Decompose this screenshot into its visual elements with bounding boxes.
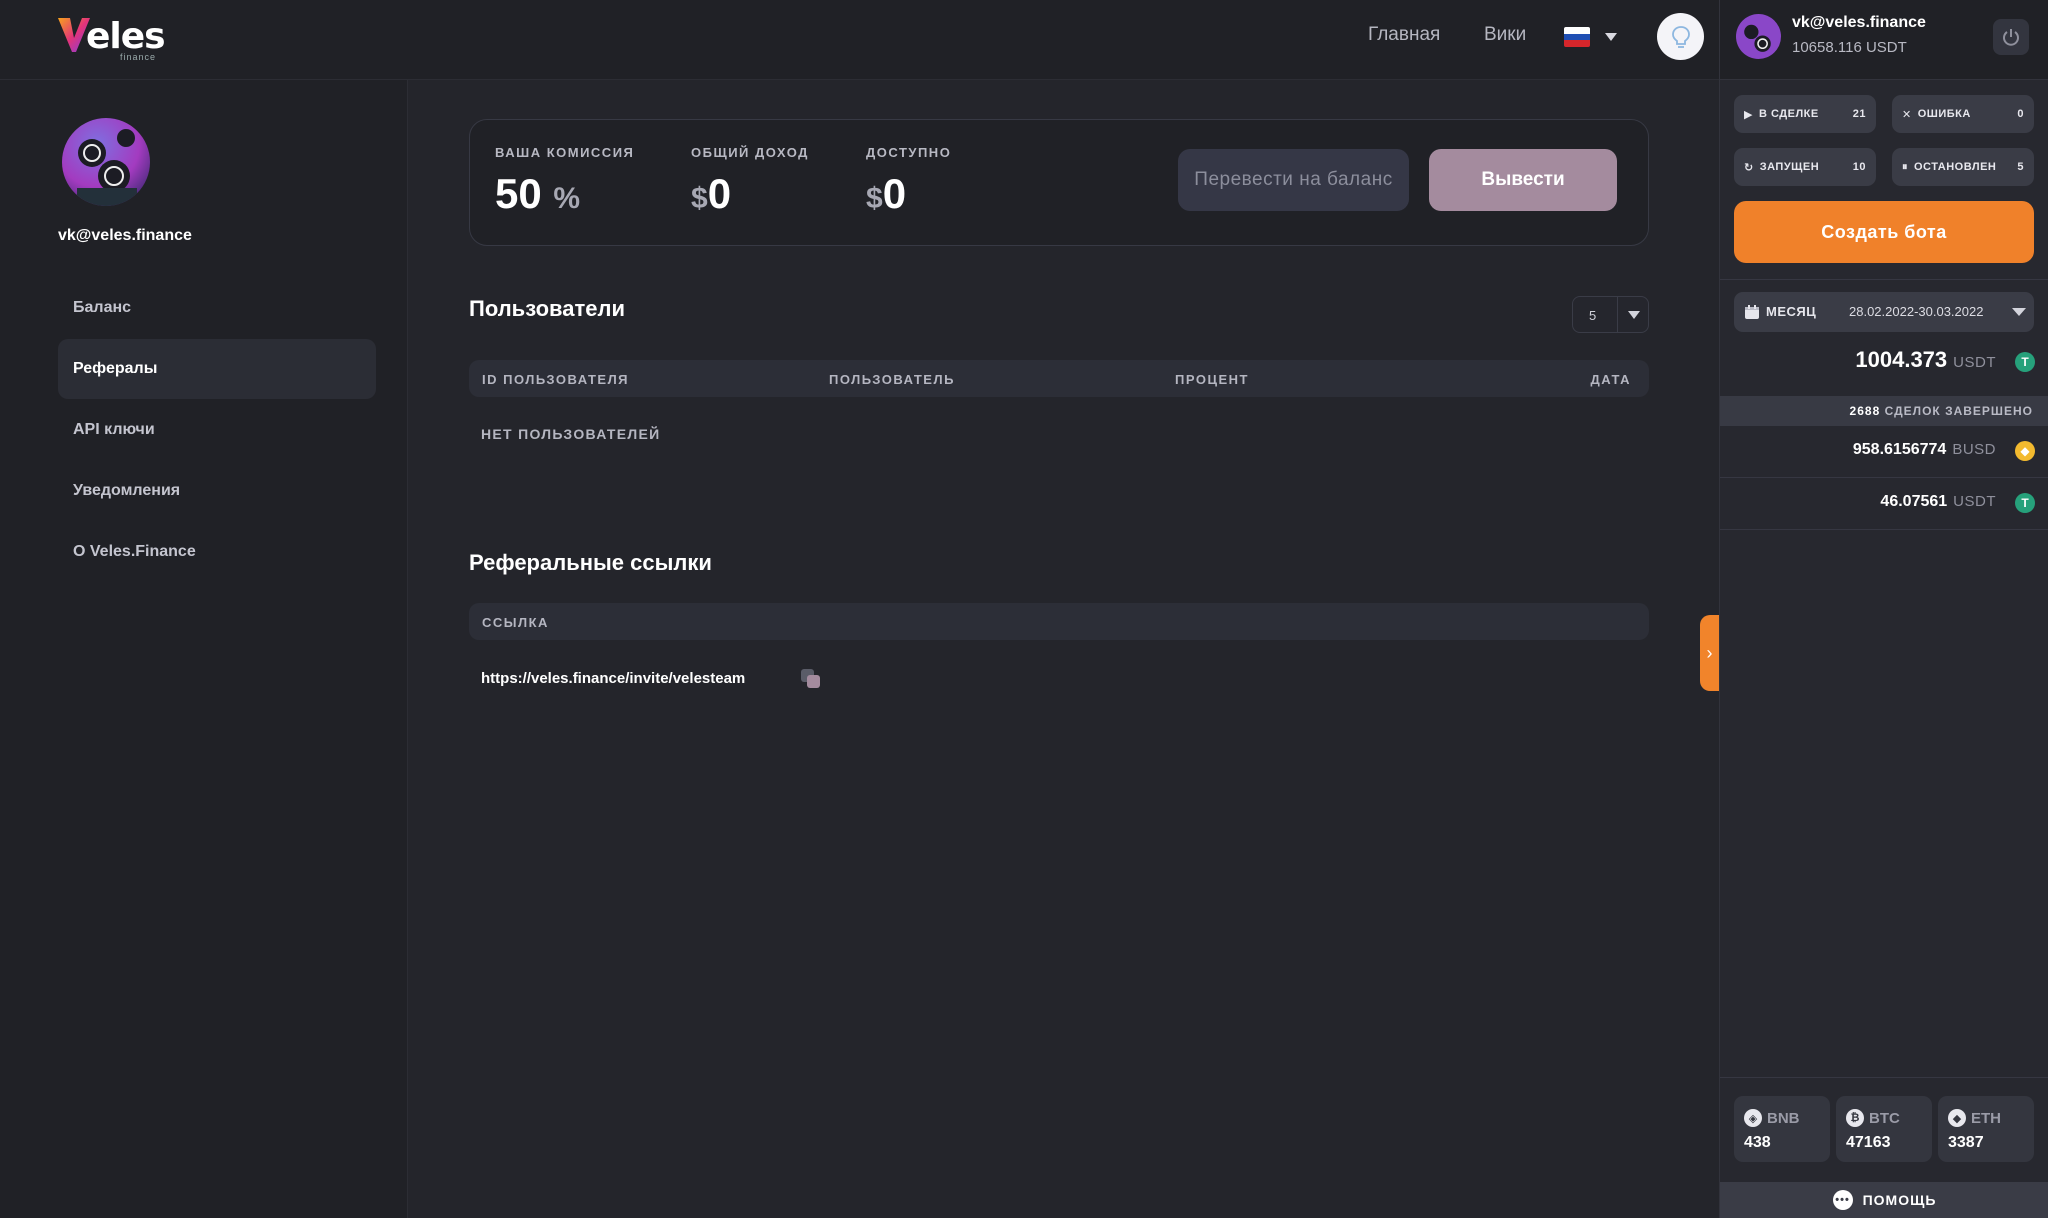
nav-wiki[interactable]: Вики bbox=[1484, 24, 1526, 46]
sidebar-email: vk@veles.finance bbox=[58, 227, 192, 244]
nav-home[interactable]: Главная bbox=[1368, 24, 1440, 46]
total-profit: 1004.373 USDT bbox=[1855, 347, 1996, 372]
period-select[interactable]: МЕСЯЦ 28.02.2022-30.03.2022 bbox=[1734, 292, 2034, 332]
income-value: $0 bbox=[691, 170, 732, 217]
eth-icon: ◆ bbox=[1948, 1109, 1966, 1127]
logo-subtitle: finance bbox=[120, 52, 157, 62]
available-currency: $ bbox=[866, 182, 883, 215]
status-chip-stopped[interactable]: ⏸ ОСТАНОВЛЕН 5 bbox=[1892, 148, 2034, 186]
panel-toggle-button[interactable]: › bbox=[1700, 615, 1719, 691]
sidebar-item-balance[interactable]: Баланс bbox=[58, 278, 376, 338]
calendar-icon bbox=[1745, 305, 1759, 319]
account-header: vk@veles.finance 10658.116 USDT bbox=[1720, 0, 2048, 80]
referral-link[interactable]: https://veles.finance/invite/velesteam bbox=[481, 670, 745, 687]
commission-unit: % bbox=[553, 182, 581, 215]
pause-icon: ⏸ bbox=[1902, 160, 1908, 173]
available-label: ДОСТУПНО bbox=[866, 145, 952, 160]
available-value: $0 bbox=[866, 170, 907, 217]
sidebar-item-about[interactable]: О Veles.Finance bbox=[58, 522, 376, 582]
chevron-right-icon: › bbox=[1706, 642, 1713, 663]
language-dropdown-chevron-icon[interactable] bbox=[1605, 33, 1617, 41]
chevron-down-icon bbox=[1628, 311, 1640, 319]
help-button[interactable]: ••• ПОМОЩЬ bbox=[1720, 1182, 2048, 1218]
sidebar-item-api-keys[interactable]: API ключи bbox=[58, 400, 376, 460]
income-currency: $ bbox=[691, 182, 708, 215]
period-label: МЕСЯЦ bbox=[1766, 304, 1817, 319]
top-header: eles finance Главная Вики bbox=[0, 0, 1719, 80]
copy-icon[interactable] bbox=[799, 667, 823, 691]
theme-toggle-button[interactable] bbox=[1657, 13, 1704, 60]
usdt-coin-icon: T bbox=[2015, 352, 2035, 372]
withdraw-button[interactable]: Вывести bbox=[1429, 149, 1617, 211]
avatar bbox=[62, 118, 150, 206]
commission-value: 50 % bbox=[495, 170, 581, 217]
restart-icon: ↻ bbox=[1744, 161, 1754, 174]
page-size-select[interactable]: 5 bbox=[1572, 296, 1649, 333]
avatar[interactable] bbox=[1736, 14, 1781, 59]
column-percent: ПРОЦЕНТ bbox=[1175, 372, 1249, 387]
busd-coin-icon: ◆ bbox=[2015, 441, 2035, 461]
btc-icon: ₿ bbox=[1846, 1109, 1864, 1127]
column-user-id: ID ПОЛЬЗОВАТЕЛЯ bbox=[482, 372, 630, 387]
russia-flag-icon[interactable] bbox=[1564, 27, 1590, 47]
usdt-amount: 46.07561 USDT bbox=[1880, 493, 1996, 510]
usdt-coin-icon: T bbox=[2015, 493, 2035, 513]
transfer-to-balance-button[interactable]: Перевести на баланс bbox=[1178, 149, 1409, 211]
sidebar-item-notifications[interactable]: Уведомления bbox=[58, 461, 376, 521]
deals-completed-bar: 2688 СДЕЛОК ЗАВЕРШЕНО bbox=[1720, 396, 2048, 426]
status-chip-in-deal[interactable]: ▶ В СДЕЛКЕ 21 bbox=[1734, 95, 1876, 133]
main-content: ВАША КОМИССИЯ 50 % ОБЩИЙ ДОХОД $0 ДОСТУП… bbox=[409, 80, 1719, 1218]
play-icon: ▶ bbox=[1744, 108, 1753, 121]
x-icon: ✕ bbox=[1902, 108, 1912, 121]
sidebar-item-referrals[interactable]: Рефералы bbox=[58, 339, 376, 399]
no-users-message: НЕТ ПОЛЬЗОВАТЕЛЕЙ bbox=[481, 426, 661, 442]
veles-logo[interactable]: eles finance bbox=[56, 14, 166, 62]
chevron-down-icon bbox=[2012, 308, 2026, 316]
commission-label: ВАША КОМИССИЯ bbox=[495, 145, 635, 160]
logout-button[interactable] bbox=[1993, 19, 2029, 55]
status-chip-error[interactable]: ✕ ОШИБКА 0 bbox=[1892, 95, 2034, 133]
column-user: ПОЛЬЗОВАТЕЛЬ bbox=[829, 372, 955, 387]
commission-stats-card: ВАША КОМИССИЯ 50 % ОБЩИЙ ДОХОД $0 ДОСТУП… bbox=[469, 119, 1649, 246]
account-balance: 10658.116 USDT bbox=[1792, 39, 1907, 56]
income-label: ОБЩИЙ ДОХОД bbox=[691, 145, 809, 160]
ticker-bnb[interactable]: ◈ BNB 438 bbox=[1734, 1096, 1830, 1162]
ticker-btc[interactable]: ₿ BTC 47163 bbox=[1836, 1096, 1932, 1162]
create-bot-button[interactable]: Создать бота bbox=[1734, 201, 2034, 263]
account-email: vk@veles.finance bbox=[1792, 14, 1926, 31]
period-dates: 28.02.2022-30.03.2022 bbox=[1849, 304, 1984, 319]
page-size-value: 5 bbox=[1589, 308, 1597, 323]
busd-amount: 958.6156774 BUSD bbox=[1852, 441, 1996, 458]
right-panel: vk@veles.finance 10658.116 USDT ▶ В СДЕЛ… bbox=[1719, 0, 2048, 1218]
referral-links-table-header: ССЫЛКА bbox=[469, 603, 1649, 640]
column-date: ДАТА bbox=[1590, 372, 1631, 387]
users-table-header: ID ПОЛЬЗОВАТЕЛЯ ПОЛЬЗОВАТЕЛЬ ПРОЦЕНТ ДАТ… bbox=[469, 360, 1649, 397]
status-chip-running[interactable]: ↻ ЗАПУЩЕН 10 bbox=[1734, 148, 1876, 186]
left-sidebar: vk@veles.finance Баланс Рефералы API клю… bbox=[0, 80, 408, 1218]
bnb-icon: ◈ bbox=[1744, 1109, 1762, 1127]
lightbulb-icon bbox=[1671, 25, 1690, 48]
power-icon bbox=[2003, 29, 2019, 46]
referral-links-title: Реферальные ссылки bbox=[469, 550, 712, 575]
ticker-eth[interactable]: ◆ ETH 3387 bbox=[1938, 1096, 2034, 1162]
chat-icon: ••• bbox=[1832, 1190, 1853, 1210]
logo-text: eles bbox=[86, 16, 166, 57]
users-section-title: Пользователи bbox=[469, 296, 626, 321]
column-link: ССЫЛКА bbox=[482, 615, 549, 630]
